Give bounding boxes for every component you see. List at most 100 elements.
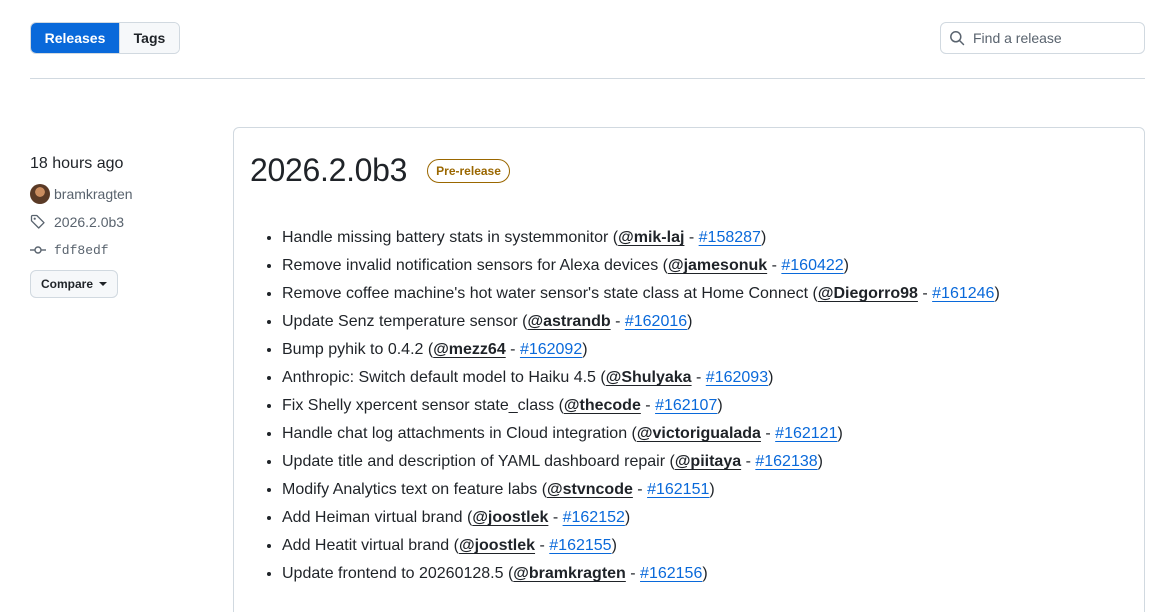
release-title[interactable]: 2026.2.0b3 bbox=[250, 152, 407, 189]
releases-tags-switcher: Releases Tags bbox=[30, 22, 180, 54]
note-separator: - bbox=[691, 369, 706, 386]
note-end: ) bbox=[817, 453, 823, 470]
avatar[interactable] bbox=[30, 184, 50, 204]
release-time[interactable]: 18 hours ago bbox=[30, 152, 210, 176]
tag-link[interactable]: 2026.2.0b3 bbox=[54, 214, 124, 230]
note-separator: - bbox=[535, 537, 550, 554]
pr-link[interactable]: #162156 bbox=[640, 565, 702, 582]
author-row[interactable]: bramkragten bbox=[30, 184, 210, 204]
note-end: ) bbox=[837, 425, 843, 442]
note-end: ) bbox=[709, 481, 715, 498]
note-separator: - bbox=[640, 397, 656, 414]
release-header: 2026.2.0b3 Pre-release bbox=[250, 152, 510, 189]
divider bbox=[30, 78, 1145, 79]
compare-button[interactable]: Compare bbox=[30, 270, 119, 298]
list-item: Modify Analytics text on feature labs (@… bbox=[282, 476, 1122, 504]
release-notes: Handle missing battery stats in systemmo… bbox=[282, 224, 1122, 588]
note-text: Add Heiman virtual brand ( bbox=[282, 509, 473, 526]
note-end: ) bbox=[611, 537, 617, 554]
user-link[interactable]: @stvncode bbox=[547, 481, 633, 498]
pre-release-badge: Pre-release bbox=[427, 158, 510, 183]
note-separator: - bbox=[684, 229, 699, 246]
tab-tags[interactable]: Tags bbox=[119, 23, 179, 53]
release-meta: 18 hours ago bramkragten 2026.2.0b3 fdf8… bbox=[30, 152, 210, 298]
commit-row[interactable]: fdf8edf bbox=[30, 240, 210, 260]
pr-link[interactable]: #160422 bbox=[781, 257, 843, 274]
user-link[interactable]: @piitaya bbox=[675, 453, 741, 470]
user-link[interactable]: @joostlek bbox=[472, 509, 548, 526]
pr-link[interactable]: #161246 bbox=[932, 285, 994, 302]
chevron-down-icon bbox=[99, 282, 108, 286]
tag-row[interactable]: 2026.2.0b3 bbox=[30, 212, 210, 232]
commit-icon bbox=[30, 240, 50, 260]
pr-link[interactable]: #162121 bbox=[775, 425, 837, 442]
pr-link[interactable]: #162152 bbox=[563, 509, 625, 526]
pr-link[interactable]: #162093 bbox=[706, 369, 768, 386]
note-text: Handle chat log attachments in Cloud int… bbox=[282, 425, 637, 442]
release-card: 2026.2.0b3 Pre-release Handle missing ba… bbox=[233, 127, 1145, 612]
commit-link[interactable]: fdf8edf bbox=[54, 243, 109, 258]
list-item: Handle missing battery stats in systemmo… bbox=[282, 224, 1122, 252]
pr-link[interactable]: #162138 bbox=[755, 453, 817, 470]
author-link[interactable]: bramkragten bbox=[54, 186, 133, 202]
user-link[interactable]: @Diegorro98 bbox=[818, 285, 918, 302]
search-icon bbox=[950, 31, 965, 46]
list-item: Add Heiman virtual brand (@joostlek - #1… bbox=[282, 504, 1122, 532]
list-item: Update frontend to 20260128.5 (@bramkrag… bbox=[282, 560, 1122, 588]
note-separator: - bbox=[760, 425, 776, 442]
note-end: ) bbox=[717, 397, 723, 414]
note-end: ) bbox=[994, 285, 1000, 302]
note-separator: - bbox=[741, 453, 756, 470]
pr-link[interactable]: #162092 bbox=[520, 341, 582, 358]
search-input[interactable] bbox=[973, 30, 1133, 46]
release-search[interactable] bbox=[940, 22, 1145, 54]
note-text: Bump pyhik to 0.4.2 ( bbox=[282, 341, 434, 358]
user-link[interactable]: @mik-laj bbox=[618, 229, 684, 246]
note-separator: - bbox=[625, 565, 641, 582]
user-link[interactable]: @Shulyaka bbox=[606, 369, 692, 386]
user-link[interactable]: @bramkragten bbox=[513, 565, 626, 582]
note-end: ) bbox=[768, 369, 774, 386]
list-item: Bump pyhik to 0.4.2 (@mezz64 - #162092) bbox=[282, 336, 1122, 364]
note-separator: - bbox=[632, 481, 648, 498]
top-bar: Releases Tags bbox=[30, 22, 1145, 54]
note-text: Add Heatit virtual brand ( bbox=[282, 537, 459, 554]
list-item: Update Senz temperature sensor (@astrand… bbox=[282, 308, 1122, 336]
note-end: ) bbox=[624, 509, 631, 526]
note-separator: - bbox=[505, 341, 520, 358]
user-link[interactable]: @mezz64 bbox=[433, 341, 506, 358]
list-item: Remove invalid notification sensors for … bbox=[282, 252, 1122, 280]
compare-label: Compare bbox=[41, 277, 94, 291]
note-text: Update Senz temperature sensor ( bbox=[282, 313, 528, 330]
list-item: Handle chat log attachments in Cloud int… bbox=[282, 420, 1122, 448]
tab-releases[interactable]: Releases bbox=[31, 23, 119, 53]
user-link[interactable]: @thecode bbox=[564, 397, 641, 414]
list-item: Update title and description of YAML das… bbox=[282, 448, 1122, 476]
pr-link[interactable]: #162016 bbox=[625, 313, 687, 330]
note-end: ) bbox=[843, 257, 849, 274]
note-text: Remove coffee machine's hot water sensor… bbox=[282, 285, 818, 302]
user-link[interactable]: @joostlek bbox=[459, 537, 535, 554]
user-link[interactable]: @jamesonuk bbox=[668, 257, 767, 274]
pr-link[interactable]: #162155 bbox=[549, 537, 611, 554]
pr-link[interactable]: #162107 bbox=[655, 397, 717, 414]
pr-link[interactable]: #162151 bbox=[647, 481, 709, 498]
list-item: Anthropic: Switch default model to Haiku… bbox=[282, 364, 1122, 392]
note-text: Update title and description of YAML das… bbox=[282, 453, 675, 470]
note-separator: - bbox=[548, 509, 563, 526]
user-link[interactable]: @astrandb bbox=[527, 313, 610, 330]
note-end: ) bbox=[582, 341, 588, 358]
note-text: Modify Analytics text on feature labs ( bbox=[282, 481, 548, 498]
note-text: Remove invalid notification sensors for … bbox=[282, 257, 668, 274]
note-separator: - bbox=[767, 257, 782, 274]
user-link[interactable]: @victorigualada bbox=[637, 425, 761, 442]
note-text: Anthropic: Switch default model to Haiku… bbox=[282, 369, 606, 386]
note-text: Update frontend to 20260128.5 ( bbox=[282, 565, 514, 582]
note-text: Fix Shelly xpercent sensor state_class ( bbox=[282, 397, 564, 414]
pr-link[interactable]: #158287 bbox=[699, 229, 761, 246]
tag-icon bbox=[30, 212, 50, 232]
note-text: Handle missing battery stats in systemmo… bbox=[282, 229, 619, 246]
note-separator: - bbox=[610, 313, 625, 330]
note-end: ) bbox=[687, 313, 693, 330]
list-item: Remove coffee machine's hot water sensor… bbox=[282, 280, 1122, 308]
